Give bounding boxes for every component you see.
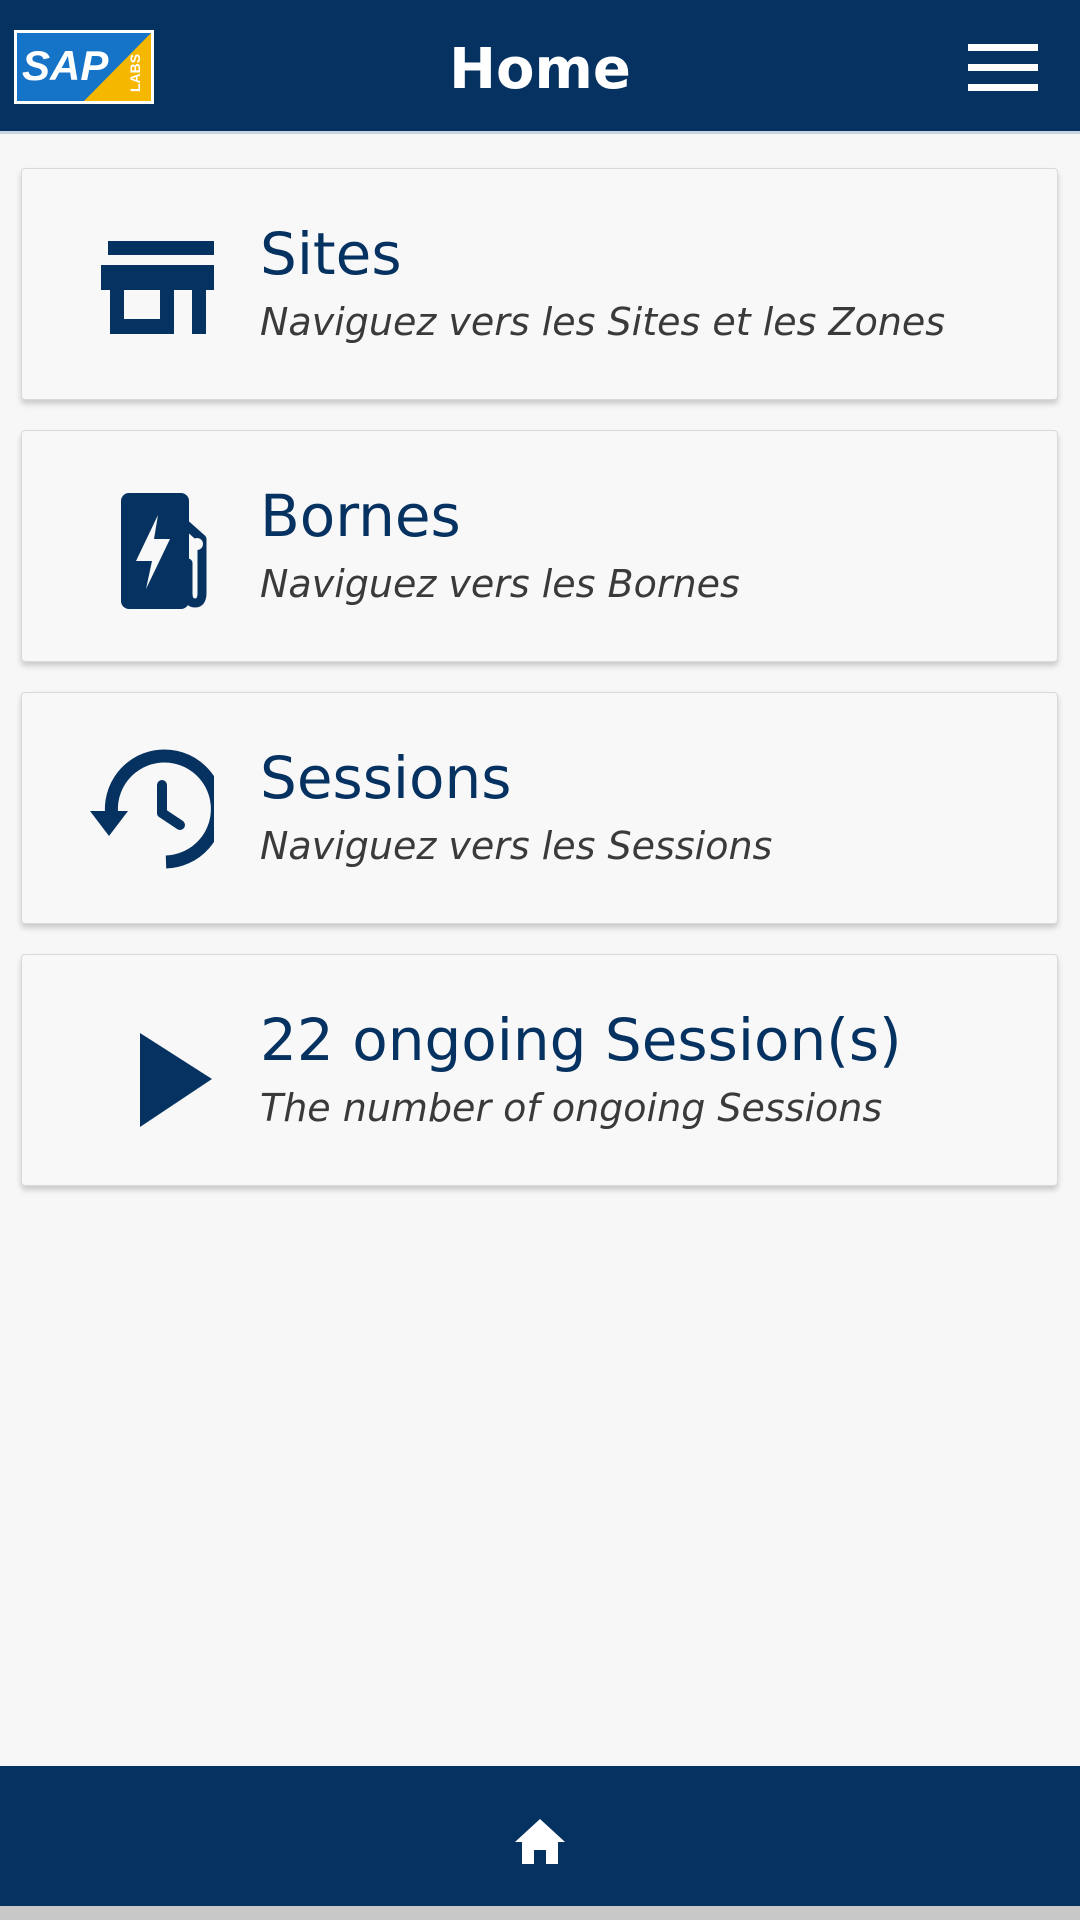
card-subtitle: Naviguez vers les Bornes xyxy=(260,562,740,606)
menu-button[interactable] xyxy=(962,38,1042,98)
bornes-card[interactable]: Bornes Naviguez vers les Bornes xyxy=(21,430,1058,662)
card-subtitle: Naviguez vers les Sessions xyxy=(260,824,773,868)
home-icon xyxy=(515,1819,565,1864)
play-icon xyxy=(74,1007,214,1133)
card-title: Sites xyxy=(260,220,402,288)
app-header: SAP LABS Home xyxy=(0,0,1080,134)
card-title: Bornes xyxy=(260,482,461,550)
card-title: 22 ongoing Session(s) xyxy=(260,1006,902,1074)
bottom-navigation-bar xyxy=(0,1766,1080,1906)
card-subtitle: Naviguez vers les Sites et les Zones xyxy=(260,300,946,344)
hamburger-menu-icon xyxy=(968,44,1038,91)
sites-card[interactable]: Sites Naviguez vers les Sites et les Zon… xyxy=(21,168,1058,400)
ongoing-sessions-card[interactable]: 22 ongoing Session(s) The number of ongo… xyxy=(21,954,1058,1186)
card-title: Sessions xyxy=(260,744,512,812)
home-card-list: Sites Naviguez vers les Sites et les Zon… xyxy=(21,168,1058,1216)
storefront-icon xyxy=(74,221,214,347)
system-bar-strip xyxy=(0,1906,1080,1920)
page-title: Home xyxy=(449,37,631,102)
home-button[interactable] xyxy=(513,1816,567,1866)
card-subtitle: The number of ongoing Sessions xyxy=(260,1086,883,1130)
history-clock-icon xyxy=(74,745,214,871)
ev-charging-station-icon xyxy=(74,483,214,609)
sessions-card[interactable]: Sessions Naviguez vers les Sessions xyxy=(21,692,1058,924)
